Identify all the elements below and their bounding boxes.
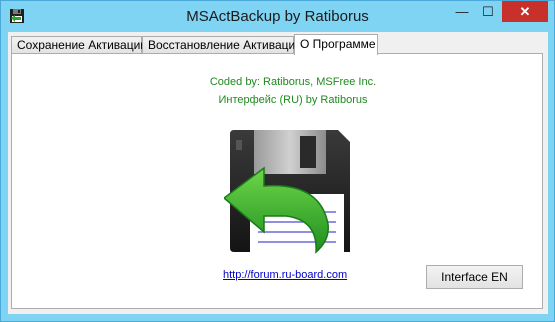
forum-link[interactable]: http://forum.ru-board.com <box>223 269 347 281</box>
close-button[interactable]: ✕ <box>502 1 548 22</box>
maximize-button[interactable]: ☐ <box>475 1 501 22</box>
interface-language-button[interactable]: Interface EN <box>426 265 523 289</box>
about-panel: Coded by: Ratiborus, MSFree Inc. Интерфе… <box>11 53 543 309</box>
minimize-button[interactable]: — <box>449 1 475 22</box>
credit-interface-ru: Интерфейс (RU) by Ratiborus <box>218 94 368 106</box>
tab-save-activation[interactable]: Сохранение Активации <box>11 36 147 53</box>
tab-restore-activation[interactable]: Восстановление Активации <box>142 36 302 53</box>
tab-about[interactable]: О Программе <box>294 34 378 55</box>
title-bar[interactable]: MSActBackup by Ratiborus — ☐ ✕ <box>1 1 554 32</box>
tab-strip: Сохранение Активации Восстановление Акти… <box>11 34 545 55</box>
app-window: MSActBackup by Ratiborus — ☐ ✕ Сохранени… <box>0 0 555 322</box>
client-area: Сохранение Активации Восстановление Акти… <box>8 32 548 314</box>
floppy-disk-restore-icon <box>222 128 354 256</box>
credit-coded-by: Coded by: Ratiborus, MSFree Inc. <box>209 76 377 88</box>
